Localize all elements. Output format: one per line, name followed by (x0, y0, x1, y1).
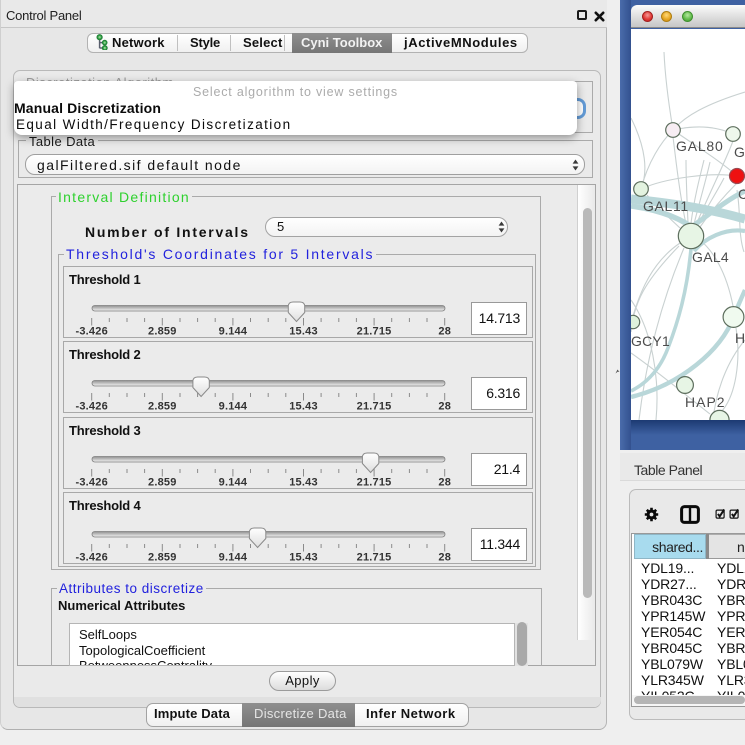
svg-text:GAL80: GAL80 (676, 138, 724, 154)
svg-text:15.43: 15.43 (289, 552, 318, 564)
svg-text:21.715: 21.715 (357, 476, 392, 488)
svg-text:2.859: 2.859 (148, 552, 177, 564)
svg-text:28: 28 (438, 552, 451, 564)
svg-text:2.859: 2.859 (148, 401, 177, 413)
svg-text:2.859: 2.859 (148, 325, 177, 337)
svg-text:9.144: 9.144 (219, 401, 248, 413)
svg-text:GCY1: GCY1 (631, 333, 670, 349)
svg-text:15.43: 15.43 (289, 325, 318, 337)
svg-text:9.144: 9.144 (219, 325, 248, 337)
svg-text:H: H (735, 330, 745, 346)
svg-text:21.715: 21.715 (357, 325, 392, 337)
svg-text:15.43: 15.43 (289, 401, 318, 413)
svg-text:21.715: 21.715 (357, 552, 392, 564)
svg-text:-3.426: -3.426 (76, 476, 108, 488)
svg-text:GAL4: GAL4 (692, 249, 729, 265)
svg-text:-3.426: -3.426 (76, 401, 108, 413)
svg-text:-3.426: -3.426 (76, 325, 108, 337)
svg-text:28: 28 (438, 401, 451, 413)
svg-text:21.715: 21.715 (357, 401, 392, 413)
svg-text:GAL11: GAL11 (643, 198, 689, 214)
svg-text:9.144: 9.144 (219, 552, 248, 564)
svg-text:C: C (738, 186, 745, 202)
svg-text:HAP2: HAP2 (685, 394, 726, 410)
svg-text:2.859: 2.859 (148, 476, 177, 488)
svg-text:GA: GA (734, 144, 745, 160)
svg-text:28: 28 (438, 476, 451, 488)
svg-text:-3.426: -3.426 (76, 552, 108, 564)
svg-text:9.144: 9.144 (219, 476, 248, 488)
svg-text:28: 28 (438, 325, 451, 337)
svg-text:15.43: 15.43 (289, 476, 318, 488)
